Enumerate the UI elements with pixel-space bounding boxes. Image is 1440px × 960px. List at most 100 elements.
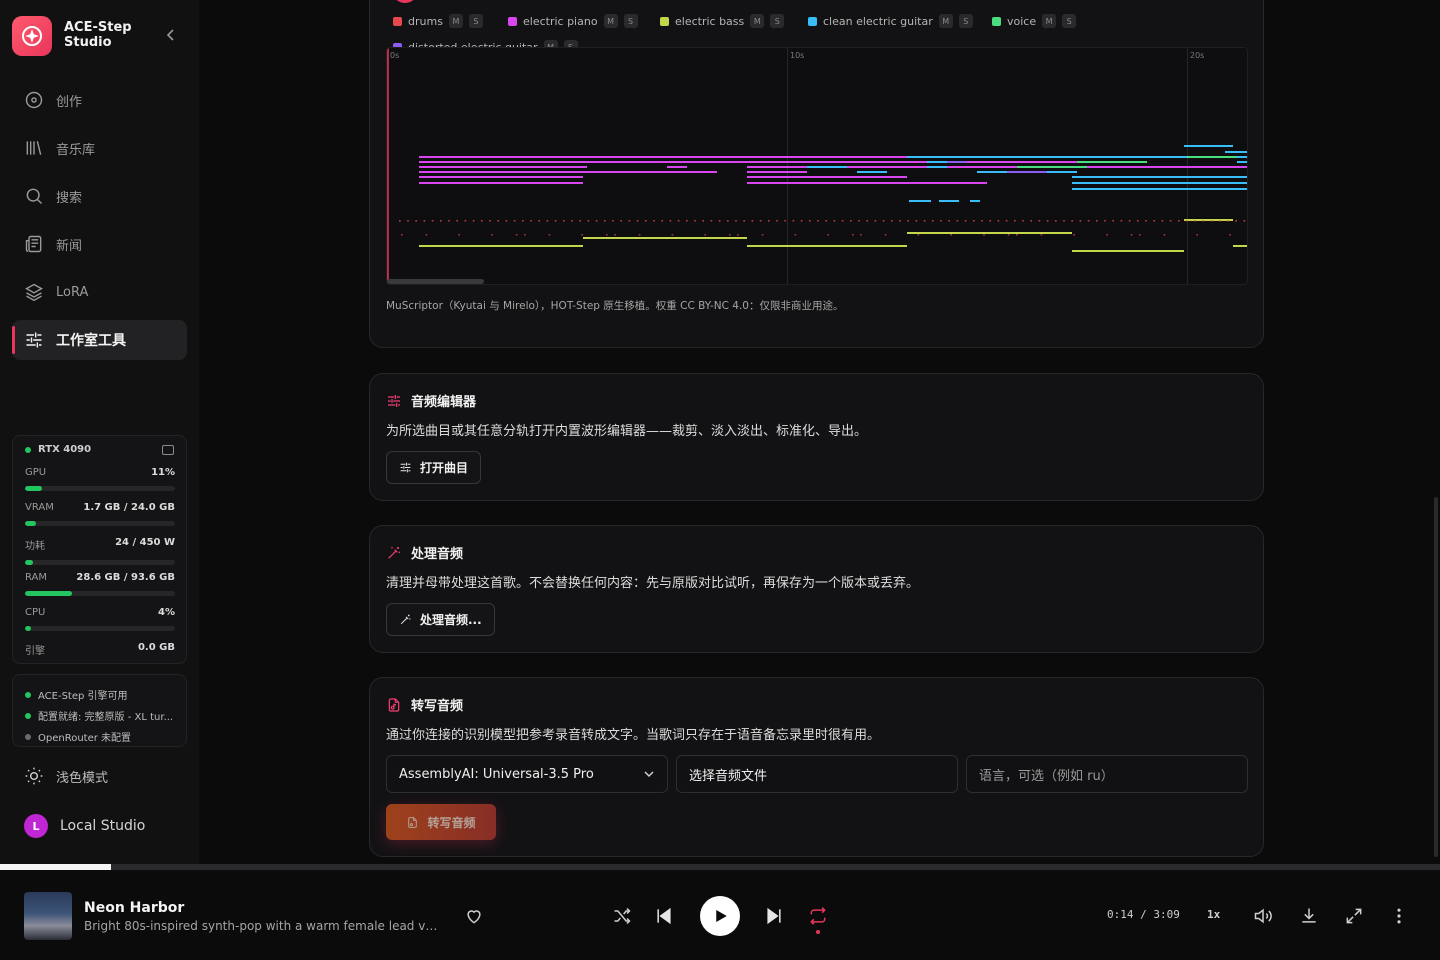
model-select[interactable]: AssemblyAI: Universal-3.5 Pro (386, 755, 668, 793)
sidebar-item-studio-tools[interactable]: 工作室工具 (12, 320, 187, 360)
midi-note (1184, 145, 1233, 147)
mute-button[interactable]: M (938, 14, 953, 28)
repeat-icon (810, 907, 826, 925)
shuffle-button[interactable] (612, 906, 632, 926)
drum-hit (1128, 220, 1131, 222)
app-logo[interactable] (12, 16, 52, 56)
drum-hit (776, 220, 778, 222)
drum-hit (661, 220, 663, 222)
gpu-metric: RAM 28.6 GB / 93.6 GB (25, 572, 175, 596)
solo-button[interactable]: S (958, 14, 973, 28)
drum-hit (729, 234, 731, 236)
skip-forward-icon (767, 907, 781, 925)
drum-hit (860, 234, 862, 236)
card-description: 通过你连接的识别模型把参考录音转成文字。当歌词只存在于语音备忘录里时很有用。 (386, 728, 881, 743)
magic-wand-icon (400, 614, 411, 625)
drum-hit (579, 220, 581, 222)
midi-note (747, 171, 807, 173)
midi-note (747, 245, 907, 247)
expand-icon (1346, 908, 1362, 924)
main-scrollbar[interactable] (1434, 497, 1438, 857)
gpu-metric: VRAM 1.7 GB / 24.0 GB (25, 502, 175, 526)
sidebar-item-search[interactable]: 搜索 (12, 176, 187, 216)
download-button[interactable] (1299, 906, 1319, 926)
process-audio-button[interactable]: 处理音频... (386, 603, 495, 636)
next-button[interactable] (764, 906, 784, 926)
drum-hit (1169, 220, 1172, 222)
solo-button[interactable]: S (770, 14, 785, 28)
mute-button[interactable]: M (603, 14, 618, 28)
drum-hit (1120, 220, 1123, 222)
track-color-swatch (508, 16, 517, 26)
solo-button[interactable]: S (468, 14, 483, 28)
card-description: 为所选曲目或其任意分轨打开内置波形编辑器——裁剪、淡入淡出、标准化、导出。 (386, 424, 868, 439)
drum-hit (809, 220, 811, 222)
midi-note (847, 166, 857, 168)
drum-hit (1139, 234, 1141, 236)
track-cover-image[interactable] (24, 892, 72, 940)
midi-note (909, 200, 931, 202)
drum-hit (718, 220, 721, 222)
sidebar-item-news[interactable]: 新闻 (12, 224, 187, 264)
user-menu[interactable]: L Local Studio (24, 814, 145, 838)
like-button[interactable] (464, 906, 484, 926)
sidebar-item-lora[interactable]: LoRA (12, 272, 187, 312)
track-description: Bright 80s-inspired synth-pop with a war… (84, 919, 444, 933)
midi-note (1237, 161, 1247, 163)
solo-button[interactable]: S (1062, 14, 1077, 28)
midi-note (747, 182, 987, 184)
piano-roll-scrollbar[interactable] (387, 279, 484, 284)
play-button[interactable] (700, 896, 740, 936)
drum-hit (481, 220, 483, 222)
drum-hit (923, 220, 926, 222)
repeat-button[interactable] (808, 906, 828, 934)
track-legend-item: electric bass M S (660, 14, 785, 28)
more-options-button[interactable] (1389, 906, 1409, 926)
drum-hit (606, 234, 608, 236)
model-credit: MuScriptor（Kyutai 与 Mirelo），HOT-Step 原生移… (386, 300, 844, 312)
track-title[interactable]: Neon Harbor (84, 900, 184, 916)
drum-hit (407, 220, 409, 222)
drum-hit (563, 220, 565, 222)
sidebar-item-label: 创作 (56, 94, 83, 110)
drum-hit (792, 220, 795, 222)
fullscreen-button[interactable] (1344, 906, 1364, 926)
drum-hit (997, 220, 1000, 222)
drum-hit (1007, 234, 1010, 236)
mute-button[interactable]: M (750, 14, 765, 28)
metric-value: 4% (158, 607, 175, 618)
drum-hit (554, 220, 557, 222)
open-track-button[interactable]: 打开曲目 (386, 451, 482, 484)
drum-hit (546, 220, 549, 222)
monitor-icon[interactable] (162, 445, 174, 455)
solo-button[interactable]: S (623, 14, 638, 28)
sidebar-item-label: 新闻 (56, 238, 83, 254)
drum-hit (950, 234, 952, 236)
drum-hit (515, 234, 518, 236)
sidebar-item-library[interactable]: 音乐库 (12, 128, 187, 168)
midi-note (1017, 166, 1087, 168)
drum-hit (1087, 220, 1090, 222)
drum-hit (1145, 220, 1147, 222)
language-input[interactable]: 语言，可选（例如 ru） (966, 755, 1248, 793)
logo-icon (22, 26, 42, 46)
sidebar-item-create[interactable]: 创作 (12, 80, 187, 120)
audio-file-picker[interactable]: 选择音频文件 (676, 755, 958, 793)
metric-bar (25, 591, 175, 596)
volume-button[interactable] (1253, 906, 1273, 926)
drum-hit (448, 220, 450, 222)
drum-hit (983, 234, 985, 236)
previous-button[interactable] (654, 906, 674, 926)
collapse-sidebar-icon[interactable] (162, 26, 180, 44)
transcribe-button[interactable]: 转写音频 (386, 804, 496, 840)
midi-note (927, 166, 947, 168)
playback-speed-button[interactable]: 1x (1207, 908, 1220, 921)
mute-button[interactable]: M (448, 14, 463, 28)
drum-hit (1071, 220, 1073, 222)
drum-hit (852, 234, 854, 236)
drum-hit (425, 234, 428, 236)
sliders-icon (388, 394, 400, 407)
theme-toggle[interactable]: 浅色模式 (24, 766, 108, 786)
mute-button[interactable]: M (1042, 14, 1057, 28)
piano-roll[interactable]: 0s 10s 20s (386, 47, 1248, 285)
